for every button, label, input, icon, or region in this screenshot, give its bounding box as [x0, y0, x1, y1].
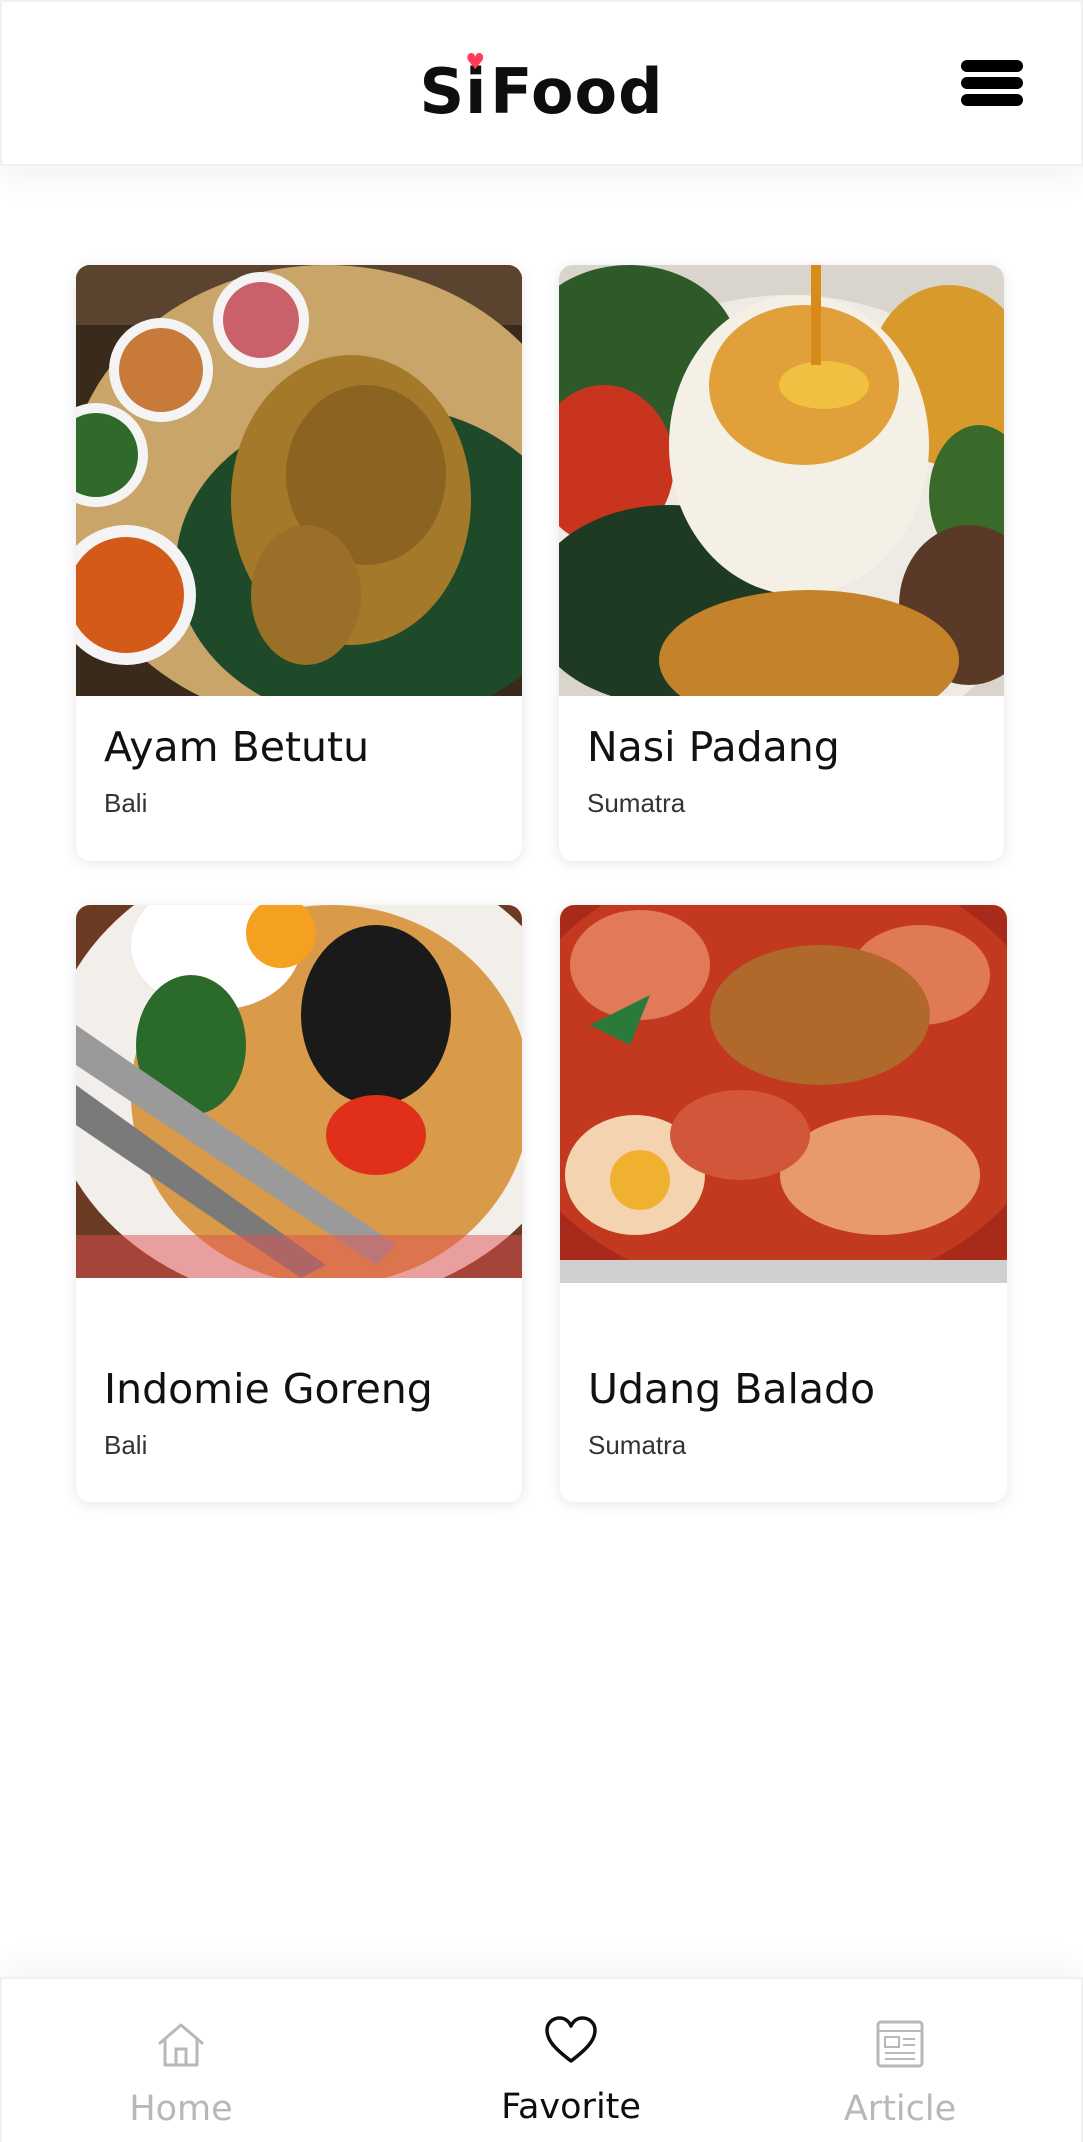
app-header: Si♥Food [0, 0, 1083, 166]
food-name: Indomie Goreng [104, 1365, 433, 1413]
food-name: Ayam Betutu [104, 723, 370, 771]
nav-item-favorite[interactable]: Favorite [441, 1979, 701, 2142]
nav-label: Article [843, 2089, 957, 2129]
food-name: Udang Balado [588, 1365, 876, 1413]
food-region: Sumatra [587, 788, 686, 818]
article-icon [875, 2019, 925, 2074]
food-card[interactable]: Udang Balado Sumatra [560, 905, 1007, 1502]
nav-item-home[interactable]: Home [51, 1979, 311, 2142]
nasi-padang-photo [559, 265, 1004, 696]
logo-text-post: Food [490, 55, 664, 128]
bottom-navigation: Home Favorite Article [0, 1977, 1083, 2142]
nav-item-article[interactable]: Article [770, 1979, 1030, 2142]
food-region: Bali [104, 1430, 148, 1460]
udang-balado-photo [560, 905, 1007, 1283]
heart-icon [544, 2015, 598, 2070]
indomie-goreng-photo [76, 905, 522, 1278]
food-card[interactable]: Nasi Padang Sumatra [559, 265, 1004, 861]
food-card[interactable]: Indomie Goreng Bali [76, 905, 522, 1502]
home-icon [156, 2019, 206, 2074]
food-card[interactable]: Ayam Betutu Bali [76, 265, 522, 861]
nav-label: Favorite [501, 2087, 641, 2127]
logo-heart-icon: ♥ [465, 50, 487, 75]
app-logo[interactable]: Si♥Food [2, 50, 1081, 128]
food-region: Sumatra [588, 1430, 687, 1460]
hamburger-menu-icon[interactable] [961, 60, 1023, 106]
food-region: Bali [104, 788, 148, 818]
food-name: Nasi Padang [587, 723, 840, 771]
ayam-betutu-photo [76, 265, 522, 696]
nav-label: Home [129, 2089, 233, 2129]
